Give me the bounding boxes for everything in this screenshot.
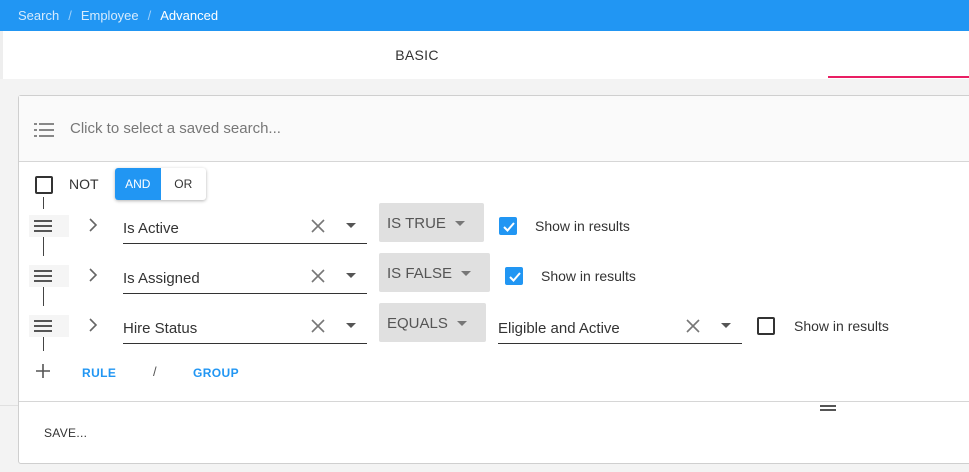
show-in-results-checkbox[interactable] <box>505 267 523 285</box>
breadcrumb: Search / Employee / Advanced <box>0 0 969 31</box>
operator-select[interactable]: IS TRUE <box>379 203 484 242</box>
not-label: NOT <box>69 176 99 192</box>
breadcrumb-search[interactable]: Search <box>18 8 59 23</box>
separator: / <box>153 364 157 379</box>
field-value: Hire Status <box>123 320 198 337</box>
chevron-right-icon[interactable] <box>87 268 99 282</box>
operator-select[interactable]: EQUALS <box>379 303 486 342</box>
chevron-right-icon[interactable] <box>87 318 99 332</box>
and-or-toggle: AND OR <box>115 168 206 200</box>
drag-handle-icon[interactable] <box>29 315 69 337</box>
clear-icon[interactable] <box>309 317 327 335</box>
value-select[interactable]: Eligible and Active <box>498 309 742 344</box>
breadcrumb-employee[interactable]: Employee <box>81 8 139 23</box>
add-rule-button[interactable]: RULE <box>82 366 116 380</box>
field-value: Is Assigned <box>123 270 200 287</box>
add-group-button[interactable]: GROUP <box>193 366 239 380</box>
show-in-results-checkbox[interactable] <box>499 217 517 235</box>
dropdown-arrow-icon[interactable] <box>346 323 356 328</box>
operator-value: EQUALS <box>387 315 448 332</box>
value-text: Eligible and Active <box>498 320 620 337</box>
operator-value: IS TRUE <box>387 215 446 232</box>
drag-handle-icon[interactable] <box>29 215 69 237</box>
tree-line <box>43 197 44 209</box>
show-in-results-checkbox[interactable] <box>757 317 775 335</box>
breadcrumb-separator: / <box>147 8 152 23</box>
dropdown-arrow-icon[interactable] <box>346 223 356 228</box>
chevron-right-icon[interactable] <box>87 218 99 232</box>
or-button[interactable]: OR <box>161 168 207 200</box>
breadcrumb-separator: / <box>68 8 72 23</box>
tab-advanced[interactable] <box>831 31 969 79</box>
tab-basic-label: BASIC <box>395 47 439 63</box>
save-button[interactable]: SAVE... <box>44 426 87 440</box>
tab-basic[interactable]: BASIC <box>3 31 831 79</box>
field-select[interactable]: Hire Status <box>123 309 367 344</box>
saved-search-select[interactable]: Click to select a saved search... <box>19 96 969 162</box>
breadcrumb-advanced: Advanced <box>160 8 219 23</box>
tab-active-indicator <box>828 76 969 78</box>
field-value: Is Active <box>123 220 179 237</box>
show-in-results-label: Show in results <box>541 268 636 284</box>
show-in-results-label: Show in results <box>794 318 889 334</box>
query-builder-card: Click to select a saved search... NOT AN… <box>18 95 969 464</box>
tab-bar: BASIC <box>0 31 969 79</box>
dropdown-arrow-icon[interactable] <box>346 273 356 278</box>
rule-row: Is Assigned IS FALSE Show in results <box>19 253 969 309</box>
field-select[interactable]: Is Active <box>123 209 367 244</box>
saved-search-placeholder: Click to select a saved search... <box>70 120 281 137</box>
plus-icon[interactable] <box>35 363 51 379</box>
clear-icon[interactable] <box>309 267 327 285</box>
clear-icon[interactable] <box>309 217 327 235</box>
dropdown-arrow-icon <box>455 221 465 226</box>
card-footer: SAVE... <box>19 401 969 465</box>
dropdown-arrow-icon <box>457 321 467 326</box>
clear-icon[interactable] <box>684 317 702 335</box>
and-button[interactable]: AND <box>115 168 161 200</box>
not-checkbox[interactable] <box>35 176 53 194</box>
rule-group: NOT AND OR Is Active IS TRUE Show in res… <box>19 163 969 401</box>
rule-row: Is Active IS TRUE Show in results <box>19 203 969 259</box>
check-icon <box>503 222 515 232</box>
rule-row: Hire Status EQUALS Eligible and Active S… <box>19 303 969 359</box>
show-in-results-label: Show in results <box>535 218 630 234</box>
operator-value: IS FALSE <box>387 265 453 282</box>
divider <box>0 405 18 406</box>
check-icon <box>509 272 521 282</box>
dropdown-arrow-icon[interactable] <box>721 323 731 328</box>
dropdown-arrow-icon <box>461 271 471 276</box>
resize-handle-icon[interactable] <box>820 405 836 413</box>
operator-select[interactable]: IS FALSE <box>379 253 490 292</box>
field-select[interactable]: Is Assigned <box>123 259 367 294</box>
drag-handle-icon[interactable] <box>29 265 69 287</box>
list-icon <box>34 123 54 137</box>
